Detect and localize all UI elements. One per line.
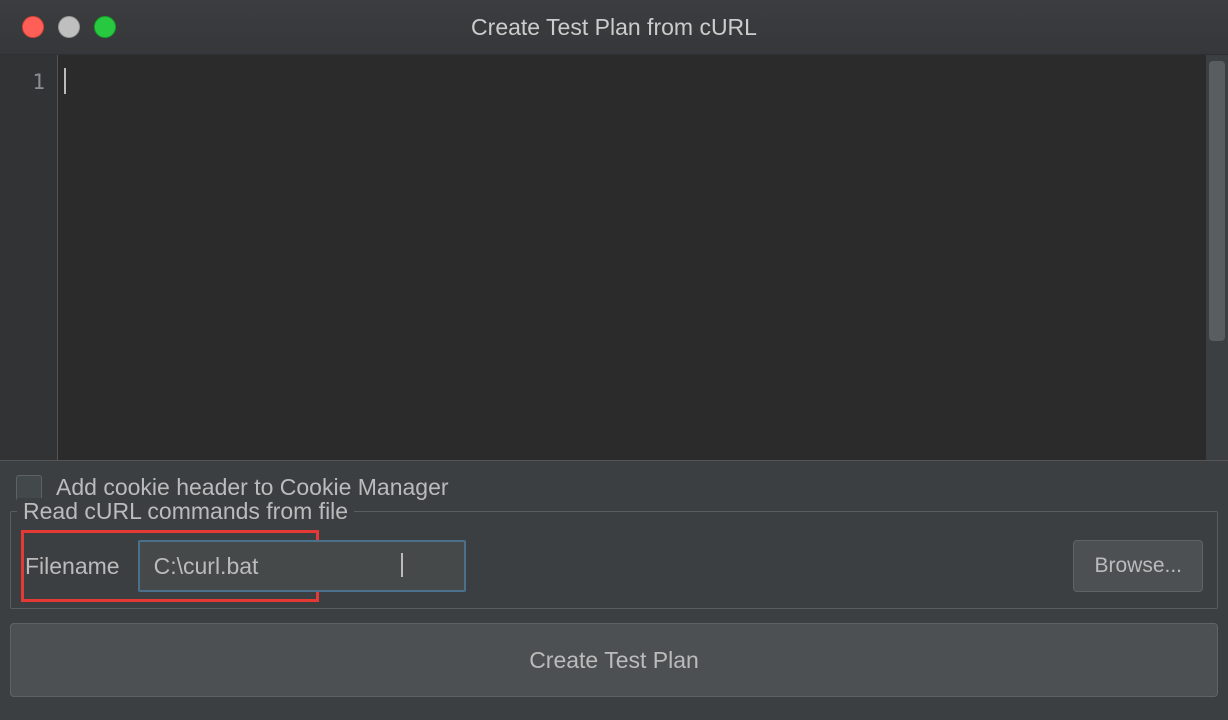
browse-button[interactable]: Browse... [1073, 540, 1203, 592]
cookie-header-checkbox[interactable] [16, 475, 42, 501]
maximize-window-button[interactable] [94, 16, 116, 38]
line-number: 1 [0, 70, 45, 94]
bottom-panel: Add cookie header to Cookie Manager Read… [0, 461, 1228, 707]
minimize-window-button[interactable] [58, 16, 80, 38]
line-gutter: 1 [0, 55, 58, 460]
file-row: Filename Browse... [25, 540, 1203, 592]
code-editor[interactable] [58, 55, 1206, 460]
filename-label: Filename [25, 553, 128, 580]
filename-input[interactable] [138, 540, 466, 592]
read-from-file-group: Read cURL commands from file Filename Br… [10, 511, 1218, 609]
editor-caret [64, 68, 66, 94]
close-window-button[interactable] [22, 16, 44, 38]
window-title: Create Test Plan from cURL [0, 14, 1228, 41]
vertical-scrollbar[interactable] [1206, 55, 1228, 460]
titlebar: Create Test Plan from cURL [0, 0, 1228, 55]
window-controls [22, 16, 116, 38]
cookie-checkbox-label: Add cookie header to Cookie Manager [56, 474, 449, 501]
editor-area: 1 [0, 55, 1228, 461]
file-group-legend: Read cURL commands from file [17, 498, 354, 525]
create-test-plan-button[interactable]: Create Test Plan [10, 623, 1218, 697]
text-cursor [401, 553, 403, 577]
scroll-thumb[interactable] [1209, 61, 1225, 341]
